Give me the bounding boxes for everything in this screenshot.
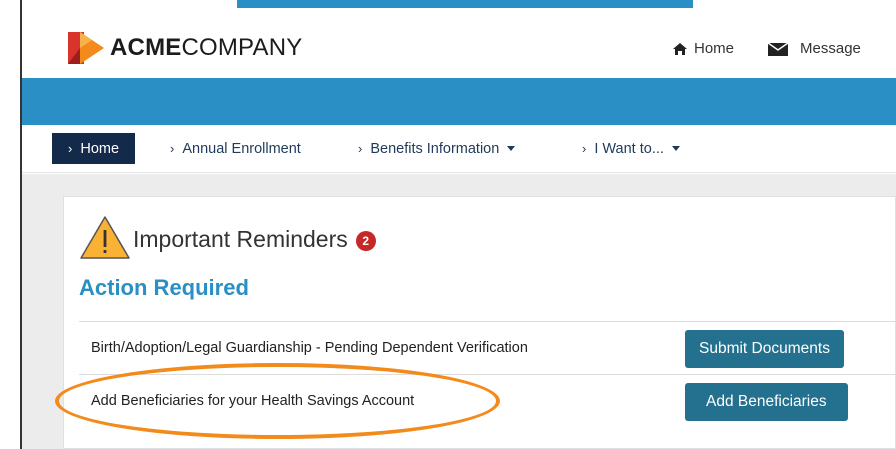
action-item-text: Add Beneficiaries for your Health Saving… — [91, 393, 415, 409]
message-link-label: Message — [800, 40, 861, 57]
reminders-header: Important Reminders 2 — [79, 214, 376, 260]
reminders-count-badge: 2 — [355, 231, 376, 251]
main-nav: › Home › Annual Enrollment › Benefits In… — [22, 125, 896, 173]
nav-item-label: Home — [80, 140, 120, 157]
action-item-text: Birth/Adoption/Legal Guardianship - Pend… — [91, 340, 528, 356]
nav-item-home[interactable]: › Home — [52, 133, 136, 164]
chevron-right-icon: › — [68, 141, 73, 156]
action-list: Birth/Adoption/Legal Guardianship - Pend… — [79, 321, 896, 427]
chevron-right-icon: › — [170, 141, 175, 156]
nav-item-label: Annual Enrollment — [182, 140, 301, 157]
top-links: Home Message — [672, 40, 895, 57]
site-header: ACMECOMPANY Home Message — [22, 8, 896, 78]
reminders-title: Important Reminders — [133, 225, 348, 252]
nav-item-benefits-information[interactable]: › Benefits Information — [358, 133, 516, 164]
warning-icon — [80, 216, 130, 259]
chevron-right-icon: › — [582, 141, 587, 156]
submit-documents-button[interactable]: Submit Documents — [685, 330, 844, 368]
list-item: Add Beneficiaries for your Health Saving… — [79, 374, 896, 427]
caret-down-icon — [671, 146, 680, 151]
add-beneficiaries-button[interactable]: Add Beneficiaries — [685, 383, 848, 421]
header-band — [22, 78, 896, 125]
action-required-heading: Action Required — [79, 275, 249, 300]
home-link[interactable]: Home — [672, 40, 734, 57]
list-item: Birth/Adoption/Legal Guardianship - Pend… — [79, 321, 896, 374]
envelope-icon — [768, 41, 789, 56]
logo-mark-icon — [68, 32, 104, 64]
home-icon — [673, 42, 687, 55]
caret-down-icon — [507, 146, 516, 151]
logo-text: ACMECOMPANY — [110, 34, 303, 61]
company-logo[interactable]: ACMECOMPANY — [66, 28, 302, 68]
nav-item-label: I Want to... — [594, 140, 664, 157]
nav-item-i-want-to[interactable]: › I Want to... — [582, 133, 680, 164]
nav-item-annual-enrollment[interactable]: › Annual Enrollment — [170, 133, 301, 164]
chevron-right-icon: › — [358, 141, 363, 156]
home-link-label: Home — [694, 40, 735, 57]
top-accent-strip — [237, 0, 693, 8]
nav-item-label: Benefits Information — [370, 140, 500, 157]
message-link[interactable]: Message — [768, 40, 861, 57]
